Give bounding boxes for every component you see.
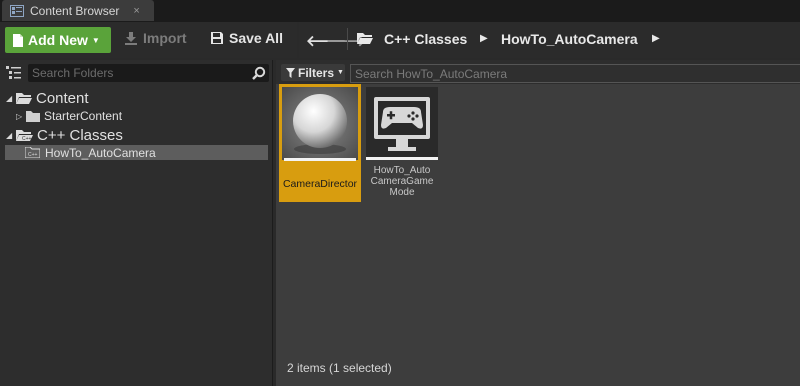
tab-content-browser[interactable]: Content Browser × bbox=[2, 0, 154, 21]
breadcrumb-item-howto-autocamera[interactable]: HowTo_AutoCamera bbox=[501, 31, 638, 47]
asset-name-line: HowTo_Auto bbox=[373, 165, 431, 176]
save-icon bbox=[211, 32, 223, 44]
cpp-folder-icon: C++ bbox=[25, 147, 40, 158]
sphere-icon bbox=[282, 87, 358, 160]
cpp-folder-icon: C++ bbox=[16, 130, 33, 142]
search-assets-field[interactable] bbox=[350, 64, 800, 83]
filters-button[interactable]: Filters ▼ bbox=[281, 64, 345, 81]
import-label: Import bbox=[143, 30, 187, 46]
asset-name-line: Mode bbox=[389, 187, 415, 198]
filters-label: Filters bbox=[298, 65, 335, 80]
save-all-label: Save All bbox=[229, 30, 283, 46]
search-assets-input[interactable] bbox=[351, 66, 795, 82]
search-folders-input[interactable] bbox=[32, 65, 244, 81]
import-button[interactable]: Import bbox=[124, 30, 187, 46]
asset-thumbnail bbox=[282, 87, 358, 160]
asset-type-bar bbox=[284, 158, 356, 161]
tree-item-howto-autocamera[interactable]: C++ HowTo_AutoCamera bbox=[5, 145, 268, 160]
svg-text:C++: C++ bbox=[22, 136, 32, 142]
chevron-down-icon: ▼ bbox=[91, 35, 100, 45]
svg-text:C++: C++ bbox=[28, 152, 38, 158]
folder-icon[interactable] bbox=[357, 32, 373, 45]
tab-title: Content Browser bbox=[30, 3, 120, 18]
asset-name-line: CameraGame bbox=[370, 176, 434, 187]
expanded-arrow-icon[interactable]: ◢ bbox=[6, 131, 16, 140]
tree-item-label: Content bbox=[36, 90, 89, 107]
tree-view-toggle-icon[interactable] bbox=[6, 65, 22, 80]
chevron-down-icon: ▼ bbox=[337, 69, 344, 76]
folder-open-icon bbox=[16, 93, 32, 104]
asset-name: HowTo_Auto CameraGame Mode bbox=[364, 165, 440, 198]
chevron-right-icon[interactable]: ▶ bbox=[480, 33, 488, 44]
folder-icon bbox=[26, 110, 40, 122]
gamepad-monitor-icon bbox=[374, 97, 430, 151]
close-icon[interactable]: × bbox=[133, 5, 139, 17]
save-all-button[interactable]: Save All bbox=[210, 30, 283, 46]
filter-icon bbox=[286, 67, 295, 78]
collapsed-arrow-icon[interactable]: ▷ bbox=[16, 112, 26, 121]
tree-item-label: C++ Classes bbox=[37, 127, 123, 144]
tree-item-starter-content[interactable]: ▷ StarterContent bbox=[16, 109, 122, 123]
asset-name: CameraDirector bbox=[282, 178, 358, 190]
asset-tile-camera-director[interactable]: CameraDirector bbox=[279, 84, 361, 202]
search-icon bbox=[252, 66, 266, 80]
asset-tile-game-mode[interactable]: HowTo_Auto CameraGame Mode bbox=[364, 87, 440, 205]
divider bbox=[347, 28, 348, 50]
add-new-button[interactable]: Add New ▼ bbox=[5, 27, 111, 53]
content-browser-icon bbox=[10, 4, 24, 17]
expanded-arrow-icon[interactable]: ◢ bbox=[6, 94, 16, 103]
tree-item-label: HowTo_AutoCamera bbox=[45, 145, 156, 160]
tree-item-label: StarterContent bbox=[44, 109, 123, 123]
import-icon bbox=[125, 32, 137, 45]
tree-item-content[interactable]: ◢ Content bbox=[6, 90, 89, 107]
search-folders-field[interactable] bbox=[28, 64, 269, 82]
add-new-label: Add New bbox=[28, 32, 88, 48]
tree-item-cpp-classes[interactable]: ◢ C++ C++ Classes bbox=[6, 127, 123, 144]
breadcrumb-item-cpp-classes[interactable]: C++ Classes bbox=[384, 31, 467, 47]
asset-type-bar bbox=[366, 157, 438, 160]
chevron-right-icon[interactable]: ▶ bbox=[652, 33, 660, 44]
asset-thumbnail bbox=[366, 87, 438, 157]
new-document-icon bbox=[13, 33, 23, 47]
item-count-status: 2 items (1 selected) bbox=[287, 361, 392, 375]
